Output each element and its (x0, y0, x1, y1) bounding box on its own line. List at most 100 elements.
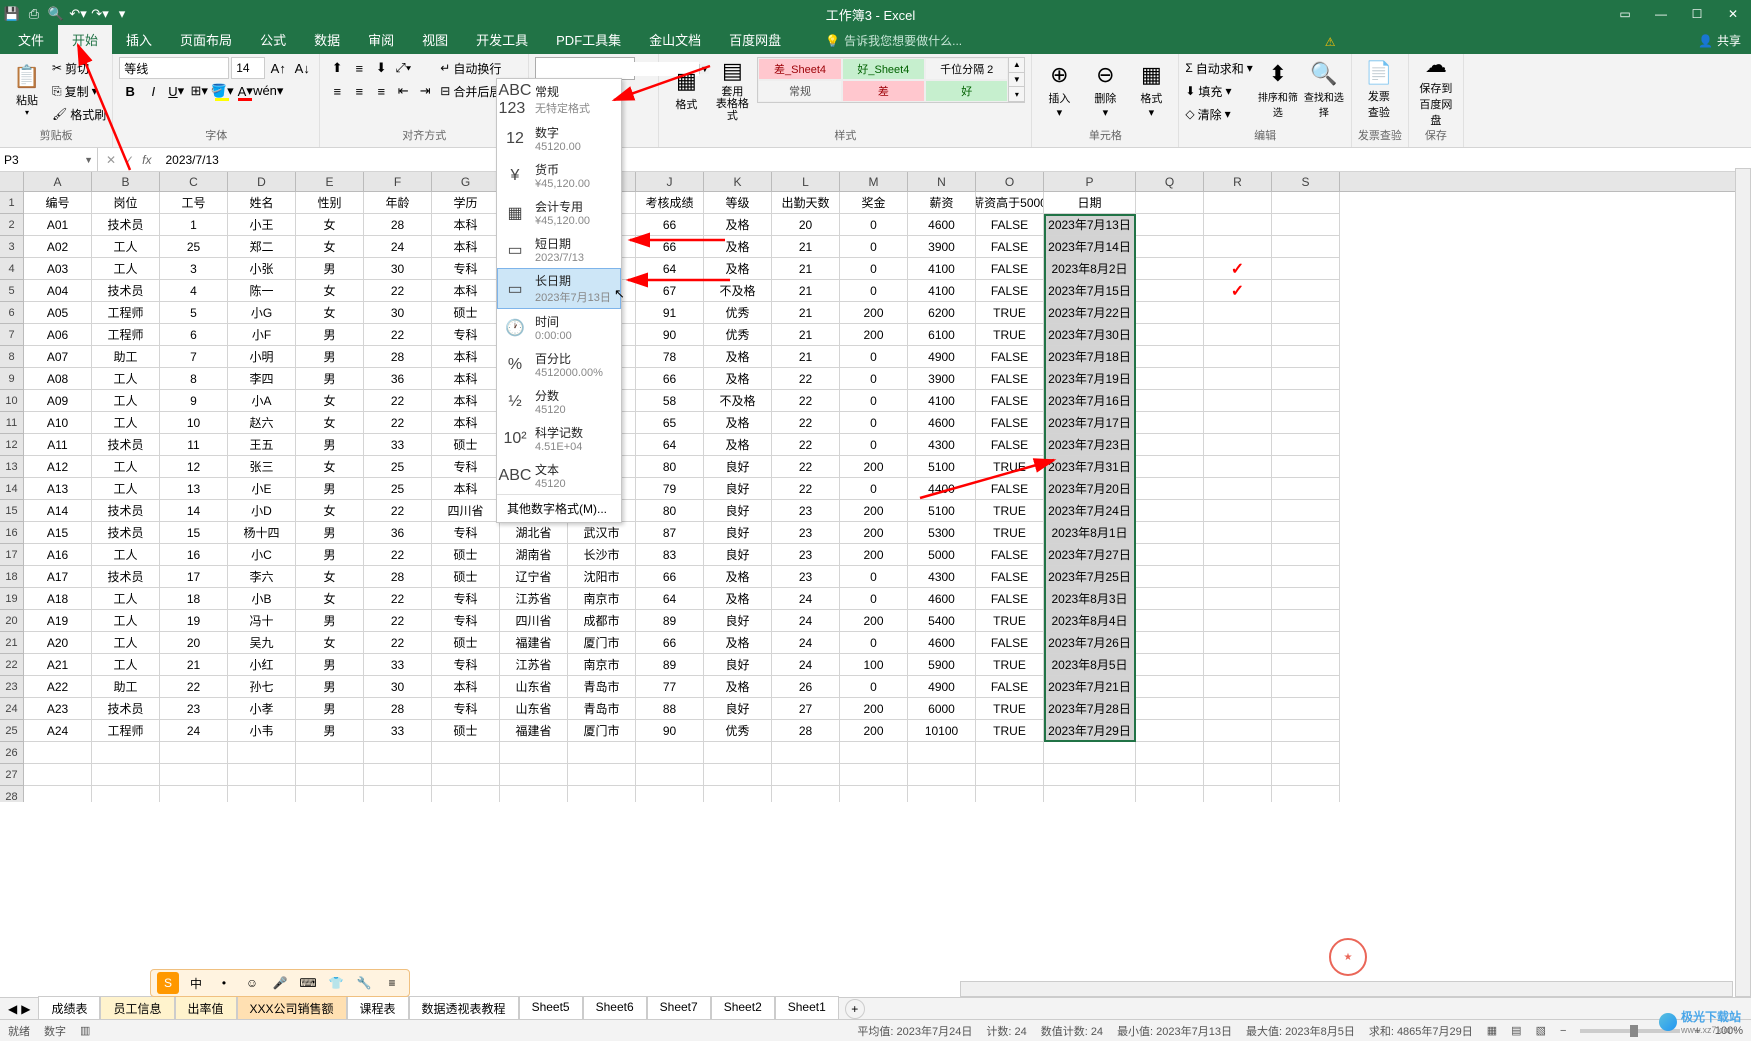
cell-J2[interactable]: 66 (636, 214, 704, 236)
cell-A10[interactable]: A09 (24, 390, 92, 412)
cell-E5[interactable]: 女 (296, 280, 364, 302)
cell-S15[interactable] (1272, 500, 1340, 522)
cell-D25[interactable]: 小韦 (228, 720, 296, 742)
cell-P22[interactable]: 2023年8月5日 (1044, 654, 1136, 676)
cell-P5[interactable]: 2023年7月15日 (1044, 280, 1136, 302)
col-header-O[interactable]: O (976, 172, 1044, 191)
cell-G13[interactable]: 专科 (432, 456, 500, 478)
cell-S3[interactable] (1272, 236, 1340, 258)
cell-L4[interactable]: 21 (772, 258, 840, 280)
cell-B13[interactable]: 工人 (92, 456, 160, 478)
cell-Q27[interactable] (1136, 764, 1204, 786)
cell-B12[interactable]: 技术员 (92, 434, 160, 456)
cell-Q17[interactable] (1136, 544, 1204, 566)
cell-J27[interactable] (636, 764, 704, 786)
cell-S24[interactable] (1272, 698, 1340, 720)
row-header-23[interactable]: 23 (0, 676, 24, 698)
cell-I26[interactable] (568, 742, 636, 764)
cell-G5[interactable]: 本科 (432, 280, 500, 302)
num-format-more[interactable]: 其他数字格式(M)... (497, 494, 621, 522)
align-bottom-icon[interactable]: ⬇ (370, 57, 392, 79)
indent-inc-icon[interactable]: ⇥ (414, 80, 436, 102)
cell-O4[interactable]: FALSE (976, 258, 1044, 280)
cell-L11[interactable]: 22 (772, 412, 840, 434)
formula-input[interactable] (159, 153, 1751, 167)
cell-L24[interactable]: 27 (772, 698, 840, 720)
cut-button[interactable]: ✂ 剪切 (52, 57, 106, 79)
cell-J3[interactable]: 66 (636, 236, 704, 258)
cell-P21[interactable]: 2023年7月26日 (1044, 632, 1136, 654)
ime-menu-icon[interactable]: ≡ (381, 972, 403, 994)
cell-E2[interactable]: 女 (296, 214, 364, 236)
row-header-13[interactable]: 13 (0, 456, 24, 478)
cell-L20[interactable]: 24 (772, 610, 840, 632)
row-header-15[interactable]: 15 (0, 500, 24, 522)
cell-H21[interactable]: 福建省 (500, 632, 568, 654)
cell-Q10[interactable] (1136, 390, 1204, 412)
cell-K6[interactable]: 优秀 (704, 302, 772, 324)
cell-D27[interactable] (228, 764, 296, 786)
cell-B11[interactable]: 工人 (92, 412, 160, 434)
sheet-tab-Sheet2[interactable]: Sheet2 (711, 996, 775, 1022)
cell-P12[interactable]: 2023年7月23日 (1044, 434, 1136, 456)
cell-O28[interactable] (976, 786, 1044, 802)
cell-N13[interactable]: 5100 (908, 456, 976, 478)
cell-P4[interactable]: 2023年8月2日 (1044, 258, 1136, 280)
cell-G27[interactable] (432, 764, 500, 786)
cell-M19[interactable]: 0 (840, 588, 908, 610)
cell-P3[interactable]: 2023年7月14日 (1044, 236, 1136, 258)
tab-开发工具[interactable]: 开发工具 (462, 25, 542, 54)
cell-A14[interactable]: A13 (24, 478, 92, 500)
row-header-5[interactable]: 5 (0, 280, 24, 302)
cell-B6[interactable]: 工程师 (92, 302, 160, 324)
cell-E13[interactable]: 女 (296, 456, 364, 478)
align-middle-icon[interactable]: ≡ (348, 57, 370, 79)
cell-L6[interactable]: 21 (772, 302, 840, 324)
cell-C16[interactable]: 15 (160, 522, 228, 544)
cell-Q12[interactable] (1136, 434, 1204, 456)
cell-A7[interactable]: A06 (24, 324, 92, 346)
cell-S26[interactable] (1272, 742, 1340, 764)
cell-D17[interactable]: 小C (228, 544, 296, 566)
cell-C20[interactable]: 19 (160, 610, 228, 632)
cell-F6[interactable]: 30 (364, 302, 432, 324)
cell-K1[interactable]: 等级 (704, 192, 772, 214)
cell-N19[interactable]: 4600 (908, 588, 976, 610)
cell-P7[interactable]: 2023年7月30日 (1044, 324, 1136, 346)
cell-F5[interactable]: 22 (364, 280, 432, 302)
select-all-corner[interactable] (0, 172, 24, 191)
style-bad[interactable]: 差_Sheet4 (758, 58, 841, 80)
cell-R22[interactable] (1204, 654, 1272, 676)
cell-L8[interactable]: 21 (772, 346, 840, 368)
cell-R23[interactable] (1204, 676, 1272, 698)
baidu-save-button[interactable]: ☁保存到 百度网盘 (1415, 57, 1457, 123)
tab-开始[interactable]: 开始 (58, 25, 112, 54)
cell-O22[interactable]: TRUE (976, 654, 1044, 676)
cell-C25[interactable]: 24 (160, 720, 228, 742)
cell-C8[interactable]: 7 (160, 346, 228, 368)
cell-J11[interactable]: 65 (636, 412, 704, 434)
cell-S20[interactable] (1272, 610, 1340, 632)
cell-E7[interactable]: 男 (296, 324, 364, 346)
cell-L3[interactable]: 21 (772, 236, 840, 258)
col-header-P[interactable]: P (1044, 172, 1136, 191)
cell-A17[interactable]: A16 (24, 544, 92, 566)
cell-J15[interactable]: 80 (636, 500, 704, 522)
underline-button[interactable]: U▾ (165, 80, 187, 102)
cell-G10[interactable]: 本科 (432, 390, 500, 412)
tell-me-box[interactable]: 💡 告诉我您想要做什么... (815, 27, 972, 54)
cell-E21[interactable]: 女 (296, 632, 364, 654)
ime-logo-icon[interactable]: S (157, 972, 179, 994)
cell-K5[interactable]: 不及格 (704, 280, 772, 302)
cell-F16[interactable]: 36 (364, 522, 432, 544)
enter-formula-icon[interactable]: ✓ (124, 153, 134, 167)
qa-icon-2[interactable]: ⎙ (26, 6, 42, 22)
cell-Q22[interactable] (1136, 654, 1204, 676)
cell-E6[interactable]: 女 (296, 302, 364, 324)
cell-S27[interactable] (1272, 764, 1340, 786)
cell-G20[interactable]: 专科 (432, 610, 500, 632)
cell-E24[interactable]: 男 (296, 698, 364, 720)
cell-I20[interactable]: 成都市 (568, 610, 636, 632)
ime-punct-icon[interactable]: • (213, 972, 235, 994)
ime-cn-icon[interactable]: 中 (185, 972, 207, 994)
